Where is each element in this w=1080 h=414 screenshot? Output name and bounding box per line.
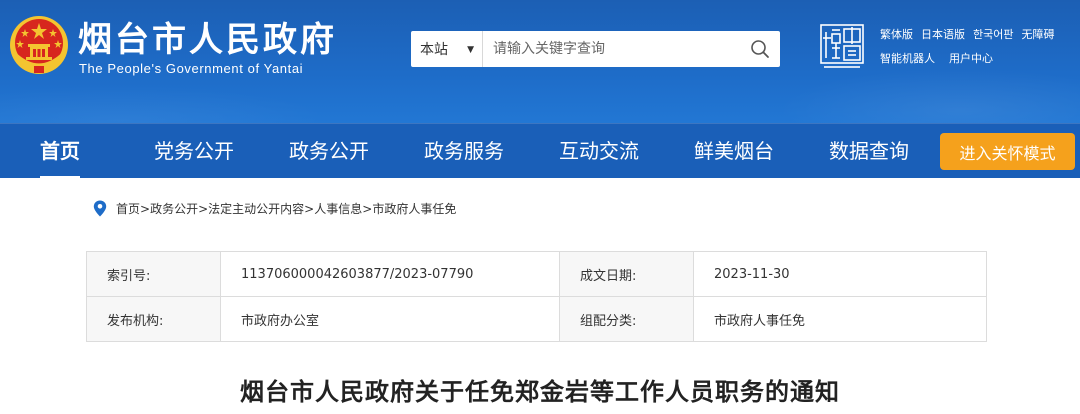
location-pin-icon	[93, 200, 107, 217]
main-nav: 首页 党务公开 政务公开 政务服务 互动交流 鲜美烟台 数据查询 进入关怀模式	[0, 123, 1080, 179]
date-label: 成文日期:	[559, 251, 694, 297]
site-subtitle: The People's Government of Yantai	[79, 61, 304, 76]
search-scope-label: 本站	[420, 42, 448, 58]
link-japanese[interactable]: 日本语版	[921, 28, 965, 42]
breadcrumb-government-affairs[interactable]: 政务公开	[150, 200, 198, 217]
yantai-china-logo-icon[interactable]	[820, 24, 864, 72]
publisher-value: 市政府办公室	[220, 296, 560, 342]
link-user-center[interactable]: 用户中心	[949, 52, 993, 66]
search-bar: 本站 ▼	[411, 31, 780, 67]
search-button[interactable]	[740, 31, 780, 67]
search-icon	[751, 40, 769, 58]
link-traditional-chinese[interactable]: 繁体版	[880, 28, 913, 42]
index-number-value: 113706000042603877/2023-07790	[220, 251, 560, 297]
search-input[interactable]	[483, 31, 740, 67]
breadcrumb: 首页 > 政务公开 > 法定主动公开内容 > 人事信息 > 市政府人事任免	[93, 200, 456, 217]
breadcrumb-personnel-info[interactable]: 人事信息	[314, 200, 362, 217]
index-number-label: 索引号:	[86, 251, 221, 297]
publisher-label: 发布机构:	[86, 296, 221, 342]
nav-item-party-affairs[interactable]: 党务公开	[154, 124, 234, 179]
breadcrumb-appointments[interactable]: 市政府人事任免	[372, 200, 456, 217]
nav-item-fresh-yantai[interactable]: 鲜美烟台	[694, 124, 774, 179]
document-meta-table: 索引号: 113706000042603877/2023-07790 成文日期:…	[86, 251, 987, 342]
national-emblem-icon[interactable]	[8, 14, 70, 76]
link-robot[interactable]: 智能机器人	[880, 52, 935, 66]
nav-item-government-services[interactable]: 政务服务	[424, 124, 504, 179]
category-label: 组配分类:	[559, 296, 694, 342]
nav-item-interaction[interactable]: 互动交流	[559, 124, 639, 179]
search-scope-select[interactable]: 本站 ▼	[411, 31, 483, 67]
breadcrumb-home[interactable]: 首页	[116, 200, 140, 217]
site-header: 烟台市人民政府 The People's Government of Yanta…	[0, 0, 1080, 123]
date-value: 2023-11-30	[693, 251, 987, 297]
nav-item-data-query[interactable]: 数据查询	[829, 124, 909, 179]
care-mode-button[interactable]: 进入关怀模式	[940, 133, 1075, 170]
caret-down-icon: ▼	[467, 45, 474, 55]
category-value: 市政府人事任免	[693, 296, 987, 342]
link-korean[interactable]: 한국어판	[973, 28, 1013, 42]
nav-item-government-affairs[interactable]: 政务公开	[289, 124, 369, 179]
table-row: 发布机构: 市政府办公室 组配分类: 市政府人事任免	[86, 296, 987, 342]
top-links: 繁体版 日本语版 한국어판 无障碍 智能机器人 用户中心	[880, 28, 1054, 66]
table-row: 索引号: 113706000042603877/2023-07790 成文日期:…	[86, 251, 987, 297]
link-accessibility[interactable]: 无障碍	[1021, 28, 1054, 42]
breadcrumb-statutory-disclosure[interactable]: 法定主动公开内容	[208, 200, 304, 217]
site-title[interactable]: 烟台市人民政府	[78, 20, 337, 60]
nav-item-home[interactable]: 首页	[40, 124, 80, 179]
article-title: 烟台市人民政府关于任免郑金岩等工作人员职务的通知	[240, 378, 840, 406]
